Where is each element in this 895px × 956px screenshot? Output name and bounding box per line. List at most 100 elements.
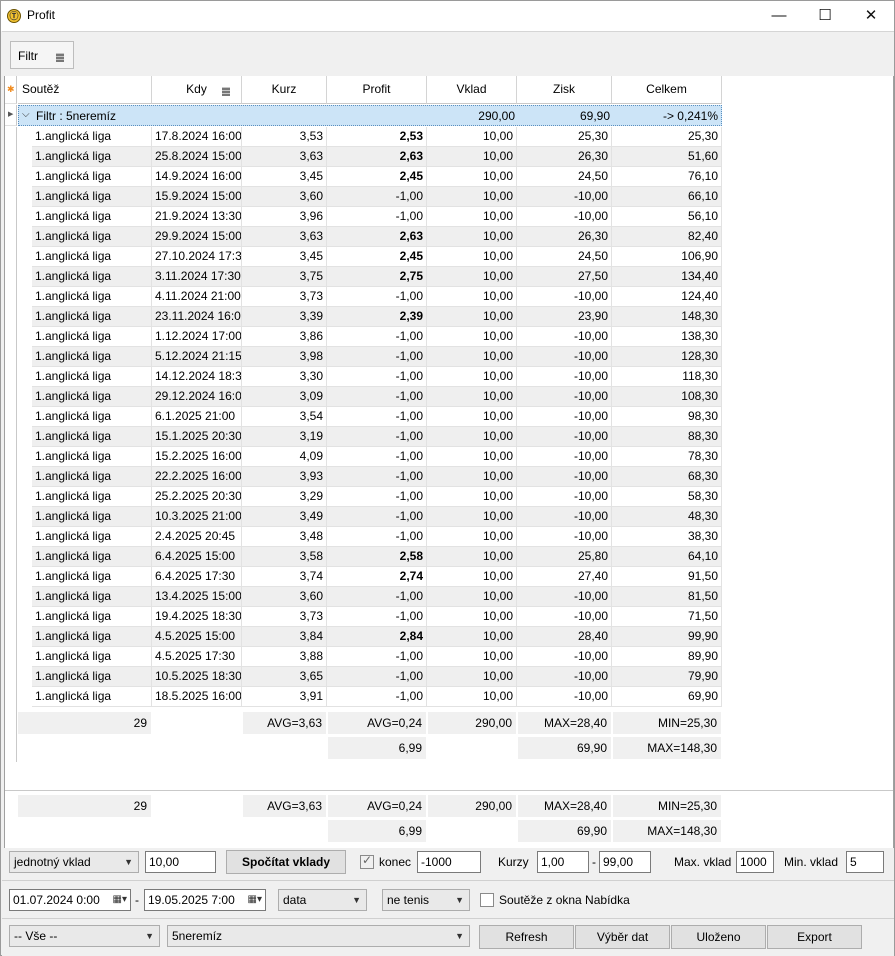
- cell-vklad: 10,00: [427, 247, 517, 267]
- compute-stakes-button[interactable]: Spočítat vklady: [226, 850, 346, 874]
- group-row[interactable]: ⌵ Filtr : 5neremíz 290,00 69,90 -> 0,241…: [18, 105, 722, 126]
- cell-vklad: 10,00: [427, 607, 517, 627]
- refresh-button[interactable]: Refresh: [479, 925, 574, 949]
- app-logo-icon: Ⓣ: [7, 9, 21, 23]
- cell-soutez: 1.anglická liga: [32, 687, 152, 707]
- col-header-soutez[interactable]: Soutěž: [18, 76, 152, 104]
- table-row[interactable]: 1.anglická liga 13.4.2025 15:00 3,60 -1,00 1…: [32, 587, 722, 607]
- table-row[interactable]: 1.anglická liga 1.12.2024 17:00 3,86 -1,00 1…: [32, 327, 722, 347]
- calendar-icon[interactable]: ▦▾: [248, 890, 262, 910]
- col-header-vklad[interactable]: Vklad: [427, 76, 517, 104]
- select-data-button[interactable]: Výběr dat: [575, 925, 670, 949]
- stake-value-input[interactable]: 10,00: [145, 851, 216, 873]
- sort-icon: ▬ ▬ ▬: [222, 83, 230, 98]
- date-to-picker[interactable]: 19.05.2025 7:00 ▦▾: [144, 889, 266, 911]
- table-row[interactable]: 1.anglická liga 15.1.2025 20:30 3,19 -1,00 1…: [32, 427, 722, 447]
- cell-soutez: 1.anglická liga: [32, 667, 152, 687]
- minimize-button[interactable]: —: [756, 1, 802, 31]
- table-row[interactable]: 1.anglická liga 19.4.2025 18:30 3,73 -1,00 1…: [32, 607, 722, 627]
- table-row[interactable]: 1.anglická liga 22.2.2025 16:00 3,93 -1,00 1…: [32, 467, 722, 487]
- cell-celkem: 88,30: [612, 427, 722, 447]
- table-row[interactable]: 1.anglická liga 4.5.2025 15:00 3,84 2,84 10,…: [32, 627, 722, 647]
- saved-button[interactable]: Uloženo: [671, 925, 766, 949]
- table-row[interactable]: 1.anglická liga 10.5.2025 18:30 3,65 -1,00 1…: [32, 667, 722, 687]
- col-header-kdy[interactable]: Kdy ▬ ▬ ▬: [152, 76, 242, 104]
- group-row-indicator[interactable]: ▶: [5, 105, 17, 126]
- cell-kdy: 27.10.2024 17:30: [152, 247, 242, 267]
- filter-chip[interactable]: Filtr ▬ ▬ ▬: [10, 41, 74, 69]
- min-vklad-input[interactable]: 5: [846, 851, 884, 873]
- cell-soutez: 1.anglická liga: [32, 287, 152, 307]
- total-summary-zisk: MAX=28,40: [518, 795, 611, 817]
- cell-celkem: 51,60: [612, 147, 722, 167]
- table-row[interactable]: 1.anglická liga 6.1.2025 21:00 3,54 -1,00 10…: [32, 407, 722, 427]
- table-row[interactable]: 1.anglická liga 10.3.2025 21:00 3,49 -1,00 1…: [32, 507, 722, 527]
- cell-zisk: -10,00: [517, 327, 612, 347]
- chevron-down-icon[interactable]: ⌵: [22, 109, 30, 120]
- export-button[interactable]: Export: [767, 925, 862, 949]
- data-combo[interactable]: data ▼: [278, 889, 367, 911]
- konec-input[interactable]: -1000: [417, 851, 481, 873]
- cell-kurz: 3,73: [242, 287, 327, 307]
- cell-celkem: 81,50: [612, 587, 722, 607]
- max-vklad-input[interactable]: 1000: [736, 851, 774, 873]
- cell-vklad: 10,00: [427, 367, 517, 387]
- calendar-icon[interactable]: ▦▾: [113, 890, 127, 910]
- title-bar[interactable]: Ⓣ Profit — ☐ ✕: [1, 1, 894, 31]
- table-row[interactable]: 1.anglická liga 3.11.2024 17:30 3,75 2,75 10…: [32, 267, 722, 287]
- table-row[interactable]: 1.anglická liga 17.8.2024 16:00 3,53 2,53 10…: [32, 127, 722, 147]
- table-row[interactable]: 1.anglická liga 2.4.2025 20:45 3,48 -1,00 10…: [32, 527, 722, 547]
- table-row[interactable]: 1.anglická liga 18.5.2025 16:00 3,91 -1,00 1…: [32, 687, 722, 707]
- table-row[interactable]: 1.anglická liga 6.4.2025 17:30 3,74 2,74 10,…: [32, 567, 722, 587]
- table-row[interactable]: 1.anglická liga 29.12.2024 16:00 3,09 -1,00…: [32, 387, 722, 407]
- stake-mode-combo[interactable]: jednotný vklad ▼: [9, 851, 139, 873]
- grid-corner-indicator[interactable]: ✱: [5, 76, 17, 104]
- nabidka-label: Soutěže z okna Nabídka: [499, 893, 630, 907]
- table-row[interactable]: 1.anglická liga 15.2.2025 16:00 4,09 -1,00 1…: [32, 447, 722, 467]
- cell-kdy: 29.12.2024 16:00: [152, 387, 242, 407]
- table-row[interactable]: 1.anglická liga 27.10.2024 17:30 3,45 2,45 1…: [32, 247, 722, 267]
- cell-zisk: 26,30: [517, 227, 612, 247]
- konec-checkbox[interactable]: ✓: [360, 853, 374, 869]
- cell-profit: -1,00: [327, 587, 427, 607]
- total-summary-count: 29: [18, 795, 151, 817]
- league-combo[interactable]: -- Vše -- ▼: [9, 925, 160, 947]
- table-row[interactable]: 1.anglická liga 14.9.2024 16:00 3,45 2,45 10…: [32, 167, 722, 187]
- table-row[interactable]: 1.anglická liga 23.11.2024 16:00 3,39 2,39 1…: [32, 307, 722, 327]
- cell-kurz: 3,53: [242, 127, 327, 147]
- col-header-profit[interactable]: Profit: [327, 76, 427, 104]
- cell-soutez: 1.anglická liga: [32, 127, 152, 147]
- table-row[interactable]: 1.anglická liga 15.9.2024 15:00 3,60 -1,00 1…: [32, 187, 722, 207]
- table-row[interactable]: 1.anglická liga 6.4.2025 15:00 3,58 2,58 10,…: [32, 547, 722, 567]
- table-row[interactable]: 1.anglická liga 25.2.2025 20:30 3,29 -1,00 1…: [32, 487, 722, 507]
- cell-zisk: -10,00: [517, 427, 612, 447]
- cell-soutez: 1.anglická liga: [32, 347, 152, 367]
- close-button[interactable]: ✕: [848, 1, 894, 31]
- group-summary-zisk: MAX=28,40: [518, 712, 611, 734]
- table-row[interactable]: 1.anglická liga 29.9.2024 15:00 3,63 2,63 10…: [32, 227, 722, 247]
- col-header-celkem[interactable]: Celkem: [612, 76, 722, 104]
- cell-kdy: 5.12.2024 21:15: [152, 347, 242, 367]
- nabidka-checkbox[interactable]: [480, 893, 494, 907]
- kurzy-from-input[interactable]: 1,00: [537, 851, 589, 873]
- col-header-kurz[interactable]: Kurz: [242, 76, 327, 104]
- filter-combo[interactable]: 5neremíz ▼: [167, 925, 470, 947]
- cell-vklad: 10,00: [427, 207, 517, 227]
- table-row[interactable]: 1.anglická liga 21.9.2024 13:30 3,96 -1,00 1…: [32, 207, 722, 227]
- table-row[interactable]: 1.anglická liga 4.11.2024 21:00 3,73 -1,00 1…: [32, 287, 722, 307]
- kurzy-to-input[interactable]: 99,00: [599, 851, 651, 873]
- table-row[interactable]: 1.anglická liga 4.5.2025 17:30 3,88 -1,00 10…: [32, 647, 722, 667]
- date-dash: -: [135, 893, 139, 907]
- table-row[interactable]: 1.anglická liga 25.8.2024 15:00 3,63 2,63 10…: [32, 147, 722, 167]
- maximize-button[interactable]: ☐: [802, 1, 848, 31]
- chevron-down-icon: ▼: [124, 857, 133, 867]
- group-label: Filtr : 5neremíz: [36, 109, 117, 123]
- table-row[interactable]: 1.anglická liga 14.12.2024 18:30 3,30 -1,00…: [32, 367, 722, 387]
- group-vklad: 290,00: [478, 109, 515, 123]
- cell-kdy: 29.9.2024 15:00: [152, 227, 242, 247]
- sport-combo[interactable]: ne tenis ▼: [382, 889, 470, 911]
- date-from-picker[interactable]: 01.07.2024 0:00 ▦▾: [9, 889, 131, 911]
- table-row[interactable]: 1.anglická liga 5.12.2024 21:15 3,98 -1,00 1…: [32, 347, 722, 367]
- cell-zisk: -10,00: [517, 587, 612, 607]
- col-header-zisk[interactable]: Zisk: [517, 76, 612, 104]
